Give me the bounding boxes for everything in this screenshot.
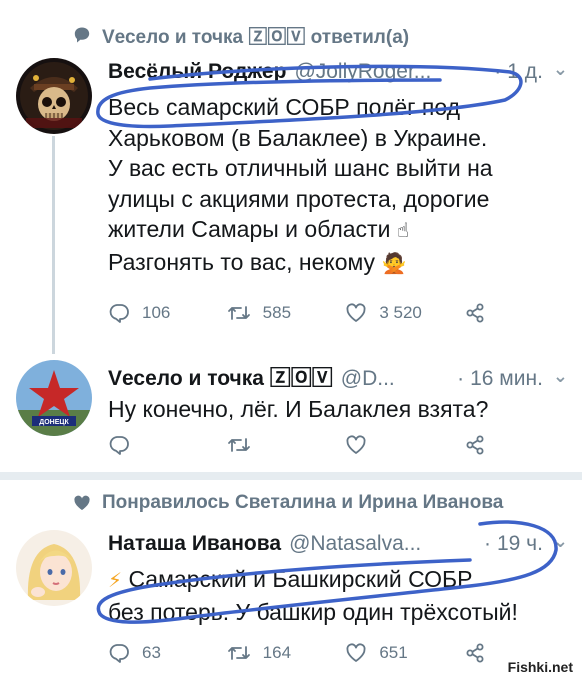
retweet-button[interactable]: 164	[227, 642, 346, 664]
display-name[interactable]: Vесело и точка 🅉🄾🅅	[108, 362, 333, 392]
retweet-count: 164	[262, 643, 292, 662]
watermark: Fishki.net	[504, 658, 576, 676]
tweet-text-segment: Разгонять то вас, некому	[108, 248, 376, 275]
share-button[interactable]	[464, 642, 498, 664]
tweet-text-segment: Самарский и Башкирский СОБР	[128, 566, 473, 592]
heart-outline-icon	[346, 643, 366, 662]
tweet-text: ⚡ Самарский и Башкирский СОБР без потерь…	[108, 564, 572, 627]
tweet-actions	[108, 430, 498, 460]
tweet-header: Весёлый Роджер @JollyRoger... · 1 д. ⌄	[108, 59, 568, 92]
handle[interactable]: @D...	[341, 367, 451, 391]
share-icon	[466, 643, 484, 663]
tweet-text-line: Харьковом (в Балаклее) в Украине.	[108, 124, 488, 151]
tweet-text-line: Весь самарский СОБР полёг под	[108, 94, 461, 120]
tweet-text-line: без потерь. У башкир один трёхсотый!	[108, 598, 518, 625]
like-count: 651	[379, 643, 408, 662]
avatar[interactable]	[16, 58, 92, 134]
tweet-text: Ну конечно, лёг. И Балаклея взята?	[108, 394, 572, 425]
separator-dot: ·	[483, 532, 491, 555]
retweet-icon	[227, 306, 250, 320]
like-context: Понравилось Светалина и Ирина Иванова	[0, 486, 503, 520]
tweet-text: Весь самарский СОБР полёг под Харьковом …	[108, 92, 572, 279]
reply-button[interactable]: 106	[108, 302, 227, 324]
chevron-down-icon[interactable]: ⌄	[553, 531, 568, 552]
share-icon	[466, 435, 484, 455]
separator-dot: ·	[494, 60, 502, 83]
retweet-count: 585	[262, 303, 292, 322]
heart-outline-icon	[346, 303, 366, 322]
lightning-icon: ⚡	[108, 570, 123, 592]
retweet-button[interactable]: 585	[227, 302, 346, 324]
separator-dot: ·	[457, 367, 465, 390]
reply-icon	[109, 644, 129, 663]
like-button[interactable]: 651	[345, 642, 464, 664]
avatar[interactable]	[16, 530, 92, 606]
share-button[interactable]	[464, 302, 498, 324]
tweet-text-line: У вас есть отличный шанс выйти на	[108, 155, 493, 181]
reply-icon	[109, 436, 129, 455]
reply-button[interactable]	[108, 434, 227, 456]
retweet-icon	[227, 646, 250, 660]
timestamp[interactable]: 1 д.	[507, 60, 543, 84]
speech-bubble-icon	[72, 25, 92, 45]
reply-icon	[109, 304, 129, 323]
retweet-icon	[227, 438, 250, 452]
tweet-text-segment: жители Самары и области	[108, 216, 391, 242]
heart-outline-icon	[346, 435, 366, 454]
tweet-text-line: улицы с акциями протеста, дорогие	[108, 185, 490, 212]
timestamp[interactable]: 19 ч.	[497, 532, 543, 556]
share-icon	[466, 303, 484, 323]
chevron-down-icon[interactable]: ⌄	[553, 59, 568, 80]
like-context-text: Понравилось Светалина и Ирина Иванова	[102, 492, 504, 513]
like-count: 3 520	[379, 303, 422, 322]
display-name[interactable]: Наташа Иванова	[108, 532, 281, 556]
handle[interactable]: @JollyRoger...	[294, 60, 488, 84]
tweet-text-line: жители Самары и области ☝	[108, 214, 572, 247]
pointing-up-icon: ☝	[396, 220, 410, 242]
tweet-text-line: Ну конечно, лёг. И Балаклея взята?	[108, 396, 489, 422]
reply-context: Vесело и точка 🅉🄾🅅 ответил(а)	[0, 18, 409, 52]
tweet-text-line: ⚡ Самарский и Башкирский СОБР	[108, 564, 572, 597]
tweet-actions: 106 585 3 520	[108, 298, 498, 328]
chevron-down-icon[interactable]: ⌄	[553, 366, 568, 387]
display-name[interactable]: Весёлый Роджер	[108, 60, 286, 84]
heart-icon	[72, 493, 92, 513]
retweet-button[interactable]	[227, 434, 346, 456]
tweet-header: Vесело и точка 🅉🄾🅅 @D... · 16 мин. ⌄	[108, 362, 568, 394]
reply-count: 63	[142, 643, 161, 662]
section-divider	[0, 472, 582, 480]
tweet-text-line: Разгонять то вас, некому 🙅	[108, 247, 572, 280]
like-button[interactable]: 3 520	[345, 302, 464, 324]
person-gesturing-icon: 🙅	[381, 252, 407, 275]
avatar[interactable]: ДОНЕЦК	[16, 360, 92, 436]
reply-context-text: Vесело и точка 🅉🄾🅅 ответил(а)	[102, 26, 410, 48]
like-button[interactable]	[345, 434, 464, 456]
timestamp[interactable]: 16 мин.	[470, 367, 543, 391]
avatar-caption: ДОНЕЦК	[39, 419, 69, 426]
reply-button[interactable]: 63	[108, 642, 227, 664]
handle[interactable]: @Natasalva...	[289, 532, 478, 556]
tweet-header: Наташа Иванова @Natasalva... · 19 ч. ⌄	[108, 531, 568, 564]
share-button[interactable]	[464, 434, 498, 456]
reply-count: 106	[142, 303, 171, 322]
thread-line	[52, 136, 55, 354]
tweet-actions: 63 164 651	[108, 638, 498, 668]
